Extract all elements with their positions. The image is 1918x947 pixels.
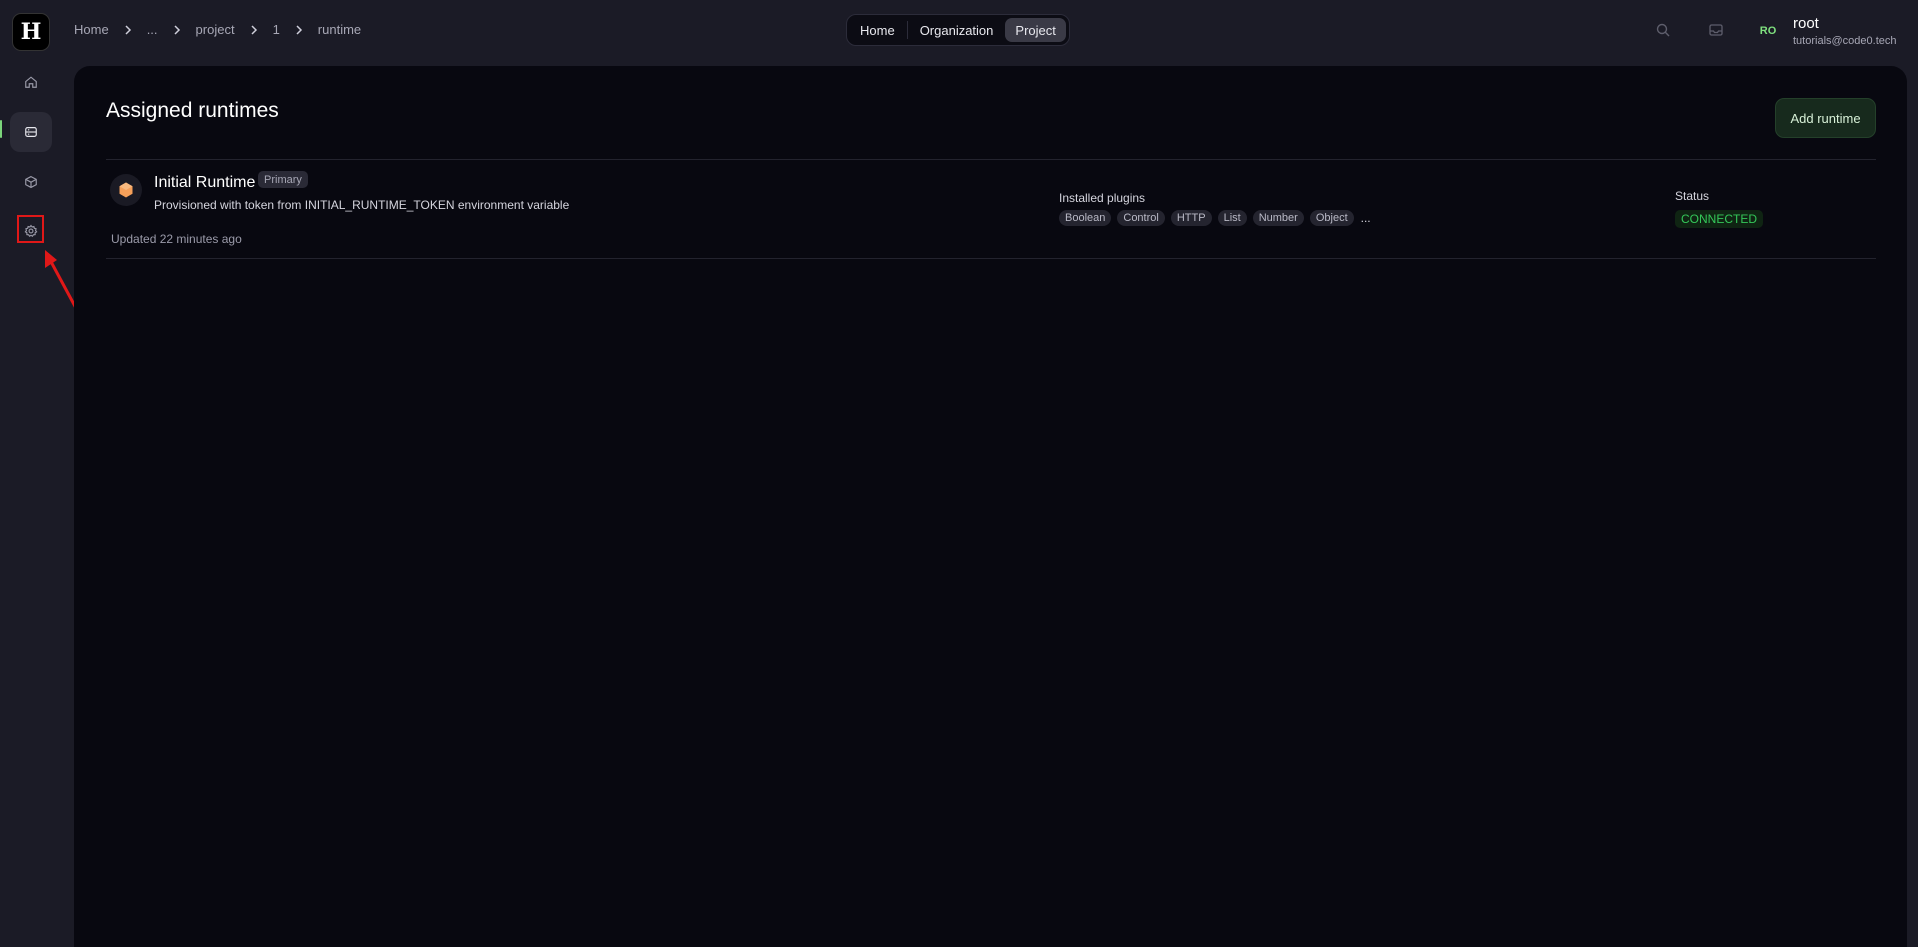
breadcrumb: Home ... project 1 runtime — [74, 22, 361, 37]
top-bar: Home ... project 1 runtime Home Organiza… — [62, 0, 1918, 62]
settings-highlight-annotation — [17, 215, 44, 243]
runtime-updated: Updated 22 minutes ago — [111, 232, 242, 246]
plugins-more[interactable]: ... — [1360, 211, 1371, 225]
scope-tab-organization[interactable]: Organization — [910, 18, 1004, 42]
plugin-chip: Object — [1309, 210, 1354, 226]
active-nav-indicator — [0, 120, 2, 138]
sidebar-item-runtimes[interactable] — [10, 112, 52, 152]
inbox-icon[interactable] — [1708, 22, 1724, 38]
plugin-chip: Control — [1117, 210, 1165, 226]
sidebar-item-packages[interactable] — [10, 162, 52, 202]
breadcrumb-project[interactable]: project — [196, 22, 235, 37]
page-title: Assigned runtimes — [106, 99, 279, 122]
chevron-right-icon — [280, 24, 318, 35]
plugin-chip: HTTP — [1170, 210, 1212, 226]
plugin-chip: Boolean — [1059, 210, 1112, 226]
add-runtime-button[interactable]: Add runtime — [1775, 98, 1876, 138]
chevron-right-icon — [158, 24, 196, 35]
avatar[interactable]: RO — [1754, 19, 1782, 43]
status-badge: CONNECTED — [1675, 210, 1764, 228]
breadcrumb-project-id[interactable]: 1 — [273, 22, 280, 37]
main-panel: Assigned runtimes Add runtime Initial Ru… — [74, 66, 1907, 947]
scope-tab-project[interactable]: Project — [1005, 18, 1066, 42]
chevron-right-icon — [235, 24, 273, 35]
breadcrumb-ellipsis[interactable]: ... — [147, 22, 158, 37]
chevron-right-icon — [109, 24, 147, 35]
runtime-description: Provisioned with token from INITIAL_RUNT… — [154, 198, 570, 212]
plugin-chip: Number — [1252, 210, 1304, 226]
divider — [906, 21, 908, 39]
divider — [106, 258, 1876, 259]
plugin-list: Boolean Control HTTP List Number Object … — [1059, 210, 1371, 226]
runtime-name[interactable]: Initial Runtime — [154, 174, 255, 192]
status-label: Status — [1675, 189, 1710, 203]
user-email: tutorials@code0.tech — [1793, 35, 1897, 47]
app-logo[interactable]: H — [12, 13, 50, 51]
user-name[interactable]: root — [1793, 15, 1819, 32]
home-icon — [25, 76, 37, 88]
scope-tab-home[interactable]: Home — [850, 18, 905, 42]
installed-plugins-label: Installed plugins — [1059, 191, 1146, 205]
sidebar: H — [0, 0, 79, 947]
search-icon[interactable] — [1655, 22, 1671, 38]
sidebar-item-home[interactable] — [10, 62, 52, 102]
runtime-hexagon-icon — [110, 174, 142, 206]
plugin-chip: List — [1217, 210, 1247, 226]
runtime-row[interactable]: Initial Runtime Primary Provisioned with… — [106, 160, 1876, 256]
scope-switcher: Home Organization Project — [846, 14, 1070, 46]
server-icon — [25, 127, 37, 137]
breadcrumb-runtime: runtime — [317, 22, 362, 37]
cube-icon — [25, 175, 37, 189]
breadcrumb-home[interactable]: Home — [74, 22, 109, 37]
primary-badge: Primary — [258, 171, 308, 188]
